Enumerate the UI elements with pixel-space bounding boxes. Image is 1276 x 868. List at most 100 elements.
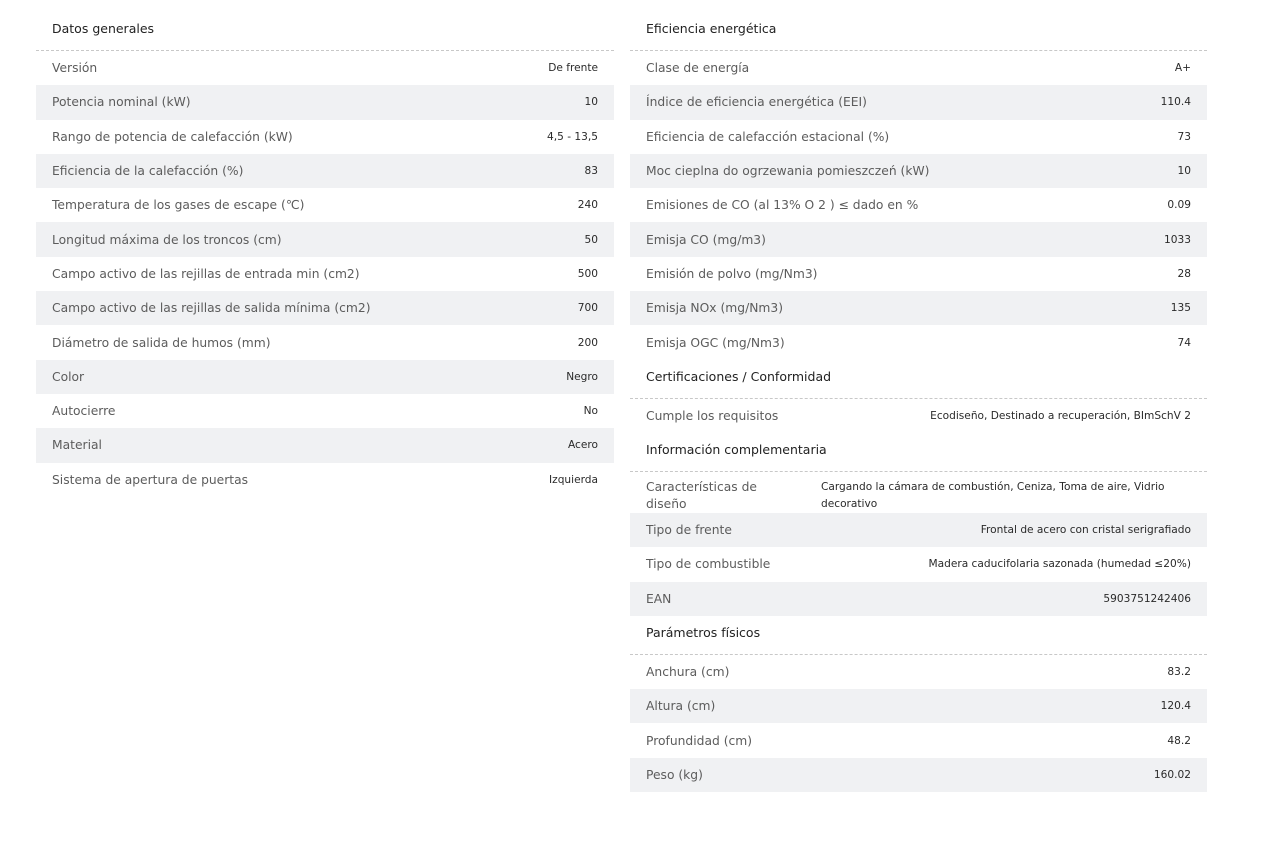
- spec-value: 74: [1177, 336, 1191, 349]
- spec-row: Tipo de frente Frontal de acero con crist…: [630, 512, 1207, 548]
- spec-label: Longitud máxima de los troncos (cm): [52, 232, 282, 247]
- spec-value: Ecodiseño, Destinado a recuperación, BIm…: [930, 409, 1191, 422]
- spec-row: Temperatura de los gases de escape (℃) 24…: [36, 188, 614, 222]
- spec-label: Clase de energía: [646, 61, 750, 76]
- spec-label: Características de diseño: [646, 479, 757, 511]
- spec-row: Potencia nominal (kW) 10: [36, 85, 614, 120]
- section-title-physical: Parámetros físicos: [630, 616, 1207, 655]
- spec-row: EAN 5903751242406: [630, 581, 1207, 616]
- section-title-energy: Eficiencia energética: [630, 12, 1207, 51]
- spec-label: Índice de eficiencia energética (EEI): [646, 95, 867, 110]
- spec-label: Profundidad (cm): [646, 733, 753, 748]
- spec-label: Emisja CO (mg/m3): [646, 232, 766, 247]
- spec-row: Tipo de combustible Madera caducifolaria …: [630, 547, 1207, 581]
- spec-value: 110.4: [1160, 96, 1191, 109]
- spec-row: Material Acero: [36, 428, 614, 463]
- spec-row: Eficiencia de la calefacción (%) 83: [36, 153, 614, 189]
- spec-row: Clase de energía A+: [630, 51, 1207, 85]
- spec-row: Cumple los requisitos Ecodiseño, Destinad…: [630, 399, 1207, 433]
- spec-row: Emisja OGC (mg/Nm3) 74: [630, 325, 1207, 359]
- spec-row: Anchura (cm) 83.2: [630, 655, 1207, 689]
- spec-label: Potencia nominal (kW): [52, 95, 191, 110]
- spec-row: Rango de potencia de calefacción (kW) 4,5…: [36, 120, 614, 154]
- spec-row: Peso (kg) 160.02: [630, 757, 1207, 793]
- spec-label: Eficiencia de calefacción estacional (%): [646, 129, 890, 144]
- spec-value: Cargando la cámara de combustión, Ceniza…: [821, 480, 1165, 510]
- spec-label: Color: [52, 369, 85, 384]
- spec-row: Versión De frente: [36, 51, 614, 85]
- spec-value: 5903751242406: [1103, 592, 1191, 605]
- spec-value: 700: [577, 302, 598, 315]
- spec-value: 50: [584, 233, 598, 246]
- spec-label: Versión: [52, 61, 98, 76]
- spec-value: 0.09: [1167, 199, 1191, 212]
- spec-value: 240: [577, 199, 598, 212]
- spec-row: Emisión de polvo (mg/Nm3) 28: [630, 257, 1207, 291]
- spec-value: 200: [577, 336, 598, 349]
- spec-row: Campo activo de las rejillas de entrada …: [36, 257, 614, 291]
- spec-value: No: [583, 405, 598, 418]
- spec-value: Frontal de acero con cristal serigrafiad…: [980, 524, 1191, 537]
- spec-label: Peso (kg): [646, 767, 703, 782]
- spec-label: Anchura (cm): [646, 665, 730, 679]
- spec-label: Temperatura de los gases de escape (℃): [52, 198, 305, 213]
- spec-row: Moc cieplna do ogrzewania pomieszczeń (k…: [630, 153, 1207, 189]
- spec-label: Diámetro de salida de humos (mm): [52, 335, 271, 350]
- spec-row: Índice de eficiencia energética (EEI) 110…: [630, 85, 1207, 120]
- section-title-additional: Información complementaria: [630, 433, 1207, 472]
- spec-label: Material: [52, 438, 102, 453]
- spec-row: Color Negro: [36, 359, 614, 394]
- spec-row: Longitud máxima de los troncos (cm) 50: [36, 222, 614, 257]
- spec-value: 160.02: [1153, 768, 1191, 781]
- spec-row: Altura (cm) 120.4: [630, 689, 1207, 724]
- spec-value: De frente: [548, 62, 598, 75]
- section-title-certifications: Certificaciones / Conformidad: [630, 360, 1207, 399]
- spec-row: Autocierre No: [36, 394, 614, 428]
- spec-value: 10: [1177, 165, 1191, 178]
- spec-label: Tipo de combustible: [646, 557, 771, 572]
- general-data-column: Datos generales Versión De frente Potenci…: [36, 12, 614, 497]
- spec-value: Negro: [566, 370, 598, 383]
- spec-row: Emisja CO (mg/m3) 1033: [630, 222, 1207, 257]
- spec-label: Cumple los requisitos: [646, 408, 779, 423]
- spec-value: A+: [1174, 62, 1191, 75]
- spec-label: Sistema de apertura de puertas: [52, 472, 249, 487]
- spec-value: Izquierda: [549, 473, 598, 486]
- spec-label: EAN: [646, 591, 672, 606]
- spec-value: 28: [1177, 267, 1191, 280]
- spec-value: 48.2: [1167, 734, 1191, 747]
- spec-row: Campo activo de las rejillas de salida m…: [36, 291, 614, 326]
- spec-value: Acero: [567, 439, 598, 452]
- spec-value: Madera caducifolaria sazonada (humedad ≤…: [928, 558, 1191, 571]
- spec-value: 73: [1177, 130, 1191, 143]
- spec-value: 10: [584, 96, 598, 109]
- spec-row: Emisiones de CO (al 13% O 2 ) ≤ dado en …: [630, 188, 1207, 222]
- spec-row: Profundidad (cm) 48.2: [630, 723, 1207, 757]
- spec-label: Emisja OGC (mg/Nm3): [646, 335, 785, 350]
- spec-label: Rango de potencia de calefacción (kW): [52, 129, 293, 144]
- spec-row: Diámetro de salida de humos (mm) 200: [36, 325, 614, 359]
- spec-label: Eficiencia de la calefacción (%): [52, 164, 244, 179]
- spec-value: 1033: [1164, 233, 1191, 246]
- spec-label: Campo activo de las rejillas de entrada …: [52, 266, 360, 281]
- spec-label: Emisja NOx (mg/Nm3): [646, 301, 784, 316]
- spec-row: Características de diseño Cargando la cám…: [630, 472, 1207, 513]
- spec-value: 135: [1170, 302, 1191, 315]
- spec-value: 4,5 - 13,5: [547, 130, 598, 143]
- spec-label: Altura (cm): [646, 699, 716, 714]
- spec-label: Tipo de frente: [646, 523, 732, 538]
- spec-label: Autocierre: [52, 404, 116, 419]
- spec-value: 120.4: [1160, 700, 1191, 713]
- energy-and-details-column: Eficiencia energética Clase de energía A+…: [630, 12, 1207, 793]
- spec-label: Campo activo de las rejillas de salida m…: [52, 301, 371, 316]
- section-title-general: Datos generales: [36, 12, 614, 51]
- spec-value: 83: [584, 165, 598, 178]
- spec-label: Moc cieplna do ogrzewania pomieszczeń (k…: [646, 164, 930, 179]
- spec-value: 83.2: [1167, 666, 1191, 678]
- spec-row: Sistema de apertura de puertas Izquierda: [36, 463, 614, 497]
- spec-label: Emisiones de CO (al 13% O 2 ) ≤ dado en …: [646, 198, 919, 213]
- spec-row: Emisja NOx (mg/Nm3) 135: [630, 291, 1207, 326]
- spec-label: Emisión de polvo (mg/Nm3): [646, 266, 818, 281]
- spec-value: 500: [577, 267, 598, 280]
- spec-row: Eficiencia de calefacción estacional (%)…: [630, 120, 1207, 154]
